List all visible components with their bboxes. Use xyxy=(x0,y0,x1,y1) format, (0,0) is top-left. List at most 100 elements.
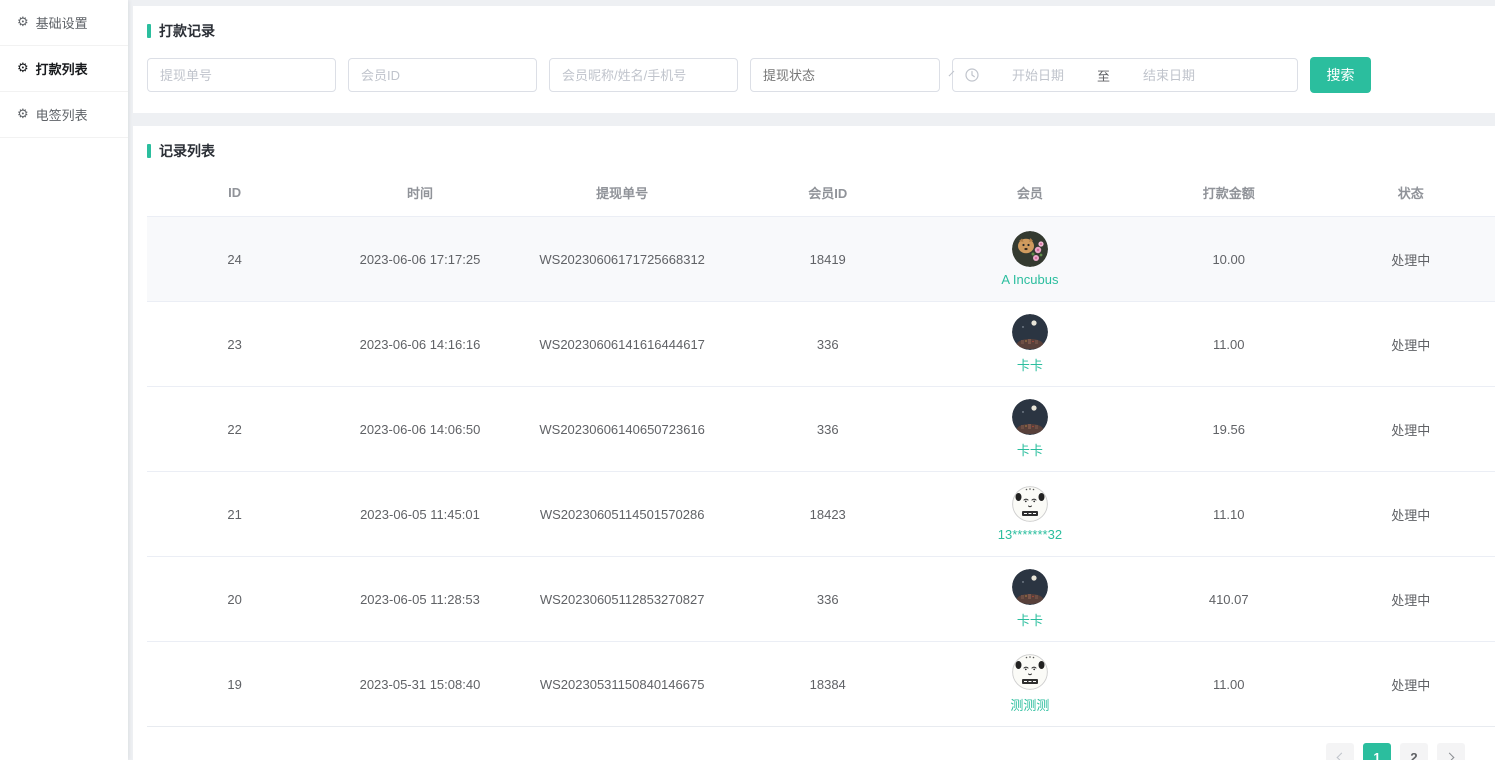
cell-id: 24 xyxy=(147,217,322,302)
cell-status: 处理中 xyxy=(1326,557,1495,642)
cell-time: 2023-06-06 17:17:25 xyxy=(322,217,517,302)
cell-order-no: WS20230531150840146675 xyxy=(518,642,727,727)
cell-order-no: WS20230606140650723616 xyxy=(518,387,727,472)
sidebar-item-0[interactable]: ⚙基础设置 xyxy=(0,0,128,46)
date-range-picker[interactable]: 至 xyxy=(952,58,1298,92)
member-name-link[interactable]: 卡卡 xyxy=(1017,355,1043,374)
panda-meme-avatar[interactable] xyxy=(1012,654,1048,690)
sidebar-item-label: 电签列表 xyxy=(36,105,88,124)
column-header: 打款金额 xyxy=(1131,171,1326,217)
night-sky-avatar[interactable] xyxy=(1012,399,1048,435)
cell-status: 处理中 xyxy=(1326,472,1495,557)
column-header: 会员 xyxy=(929,171,1131,217)
gear-icon: ⚙ xyxy=(17,16,29,29)
cell-order-no: WS20230606171725668312 xyxy=(518,217,727,302)
order-no-input[interactable] xyxy=(147,58,336,92)
pagination: 12 xyxy=(147,727,1495,760)
cell-member-id: 336 xyxy=(727,387,929,472)
table-row: 202023-06-05 11:28:53WS20230605112853270… xyxy=(147,557,1495,642)
cell-id: 20 xyxy=(147,557,322,642)
filter-bar: 至 搜索 xyxy=(147,57,1481,93)
cell-amount: 11.00 xyxy=(1131,302,1326,387)
panda-meme-avatar[interactable] xyxy=(1012,486,1048,522)
table-row: 232023-06-06 14:16:16WS20230606141616444… xyxy=(147,302,1495,387)
cell-order-no: WS20230606141616444617 xyxy=(518,302,727,387)
cell-order-no: WS20230605114501570286 xyxy=(518,472,727,557)
cell-id: 21 xyxy=(147,472,322,557)
cell-amount: 410.07 xyxy=(1131,557,1326,642)
night-sky-avatar[interactable] xyxy=(1012,314,1048,350)
cell-member-id: 18423 xyxy=(727,472,929,557)
cell-amount: 11.00 xyxy=(1131,642,1326,727)
gear-icon: ⚙ xyxy=(17,62,29,75)
search-panel-title: 打款记录 xyxy=(147,21,1481,41)
cell-member-id: 336 xyxy=(727,557,929,642)
member-name-link[interactable]: 卡卡 xyxy=(1017,440,1043,459)
column-header: 状态 xyxy=(1326,171,1495,217)
search-panel-title-text: 打款记录 xyxy=(159,21,215,41)
cell-status: 处理中 xyxy=(1326,302,1495,387)
dog-flowers-avatar[interactable] xyxy=(1012,231,1048,267)
records-table-header: ID时间提现单号会员ID会员打款金额状态 xyxy=(147,171,1495,217)
cell-status: 处理中 xyxy=(1326,642,1495,727)
member-name-link[interactable]: 测测测 xyxy=(1010,695,1049,714)
member-name-link[interactable]: 13*******32 xyxy=(998,527,1062,542)
night-sky-avatar[interactable] xyxy=(1012,569,1048,605)
pagination-next-button[interactable] xyxy=(1437,743,1465,760)
records-table-body: 242023-06-06 17:17:25WS20230606171725668… xyxy=(147,217,1495,727)
title-accent-bar xyxy=(147,144,151,158)
end-date-input[interactable] xyxy=(1110,68,1228,83)
cell-member-id: 18384 xyxy=(727,642,929,727)
withdraw-status-select-value[interactable] xyxy=(751,68,951,83)
pagination-prev-button[interactable] xyxy=(1326,743,1354,760)
cell-time: 2023-05-31 15:08:40 xyxy=(322,642,517,727)
start-date-input[interactable] xyxy=(979,68,1097,83)
table-row: 192023-05-31 15:08:40WS20230531150840146… xyxy=(147,642,1495,727)
cell-member: 卡卡 xyxy=(929,387,1131,472)
chevron-right-icon xyxy=(1445,752,1455,760)
member-name-link[interactable]: A Incubus xyxy=(1001,272,1058,287)
column-header: 时间 xyxy=(322,171,517,217)
sidebar-item-2[interactable]: ⚙电签列表 xyxy=(0,92,128,138)
cell-member: 卡卡 xyxy=(929,302,1131,387)
cell-member-id: 18419 xyxy=(727,217,929,302)
records-panel-title: 记录列表 xyxy=(147,141,1495,161)
cell-status: 处理中 xyxy=(1326,387,1495,472)
sidebar-item-1[interactable]: ⚙ 打款列表 xyxy=(0,46,128,92)
cell-id: 23 xyxy=(147,302,322,387)
cell-time: 2023-06-06 14:06:50 xyxy=(322,387,517,472)
main-content: 打款记录 至 搜索 xyxy=(133,0,1495,760)
app-layout: ⚙基础设置⚙打款列表⚙电签列表 打款记录 xyxy=(0,0,1495,760)
member-info-input[interactable] xyxy=(549,58,738,92)
cell-member-id: 336 xyxy=(727,302,929,387)
cell-time: 2023-06-05 11:28:53 xyxy=(322,557,517,642)
cell-member: 13*******32 xyxy=(929,472,1131,557)
records-panel: 记录列表 ID时间提现单号会员ID会员打款金额状态 242023-06-06 1… xyxy=(133,126,1495,760)
cell-amount: 19.56 xyxy=(1131,387,1326,472)
search-button[interactable]: 搜索 xyxy=(1310,57,1371,93)
pagination-page-1[interactable]: 1 xyxy=(1363,743,1391,760)
cell-member: 卡卡 xyxy=(929,557,1131,642)
search-panel: 打款记录 至 搜索 xyxy=(133,6,1495,113)
column-header: ID xyxy=(147,171,322,217)
column-header: 会员ID xyxy=(727,171,929,217)
cell-amount: 11.10 xyxy=(1131,472,1326,557)
column-header: 提现单号 xyxy=(518,171,727,217)
pagination-page-2[interactable]: 2 xyxy=(1400,743,1428,760)
table-row: 212023-06-05 11:45:01WS20230605114501570… xyxy=(147,472,1495,557)
cell-member: 测测测 xyxy=(929,642,1131,727)
date-range-separator: 至 xyxy=(1097,66,1110,85)
cell-member: A Incubus xyxy=(929,217,1131,302)
records-table: ID时间提现单号会员ID会员打款金额状态 242023-06-06 17:17:… xyxy=(147,171,1495,727)
table-row: 242023-06-06 17:17:25WS20230606171725668… xyxy=(147,217,1495,302)
cell-amount: 10.00 xyxy=(1131,217,1326,302)
table-row: 222023-06-06 14:06:50WS20230606140650723… xyxy=(147,387,1495,472)
cell-id: 22 xyxy=(147,387,322,472)
chevron-left-icon xyxy=(1337,752,1347,760)
withdraw-status-select[interactable] xyxy=(750,58,940,92)
sidebar-item-label: 打款列表 xyxy=(36,59,88,78)
member-id-input[interactable] xyxy=(348,58,537,92)
member-name-link[interactable]: 卡卡 xyxy=(1017,610,1043,629)
cell-id: 19 xyxy=(147,642,322,727)
cell-status: 处理中 xyxy=(1326,217,1495,302)
